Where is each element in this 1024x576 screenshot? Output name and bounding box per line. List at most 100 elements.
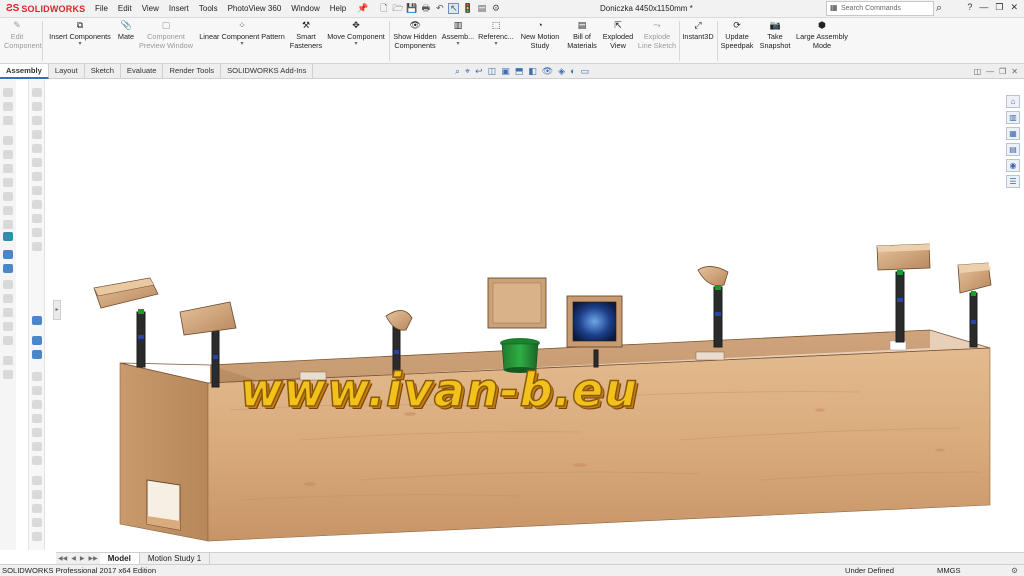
tool-icon[interactable] bbox=[32, 428, 42, 437]
tool-icon[interactable] bbox=[3, 192, 13, 201]
tool-icon[interactable] bbox=[3, 294, 13, 303]
next-tab-icon[interactable]: ▶ bbox=[78, 555, 87, 562]
search-input[interactable]: ▦ Search Commands bbox=[826, 1, 934, 16]
menu-help[interactable]: Help bbox=[325, 4, 351, 13]
solidworks-logo[interactable]: ƧS SOLIDWORKS bbox=[0, 0, 90, 18]
display-style-icon[interactable]: ◧ bbox=[528, 66, 537, 77]
appearances-icon[interactable]: ◉ bbox=[1006, 159, 1020, 172]
doc-minimize-icon[interactable]: — bbox=[986, 67, 994, 76]
tool-icon[interactable] bbox=[32, 172, 42, 181]
tool-icon[interactable] bbox=[32, 532, 42, 541]
minimize-icon[interactable]: — bbox=[979, 2, 988, 13]
tool-icon[interactable] bbox=[32, 130, 42, 139]
instant3d-button[interactable]: ⤢ Instant3D bbox=[681, 20, 715, 41]
chevron-down-icon[interactable]: ▾ bbox=[325, 41, 387, 47]
units-selector[interactable]: MMGS bbox=[937, 565, 961, 576]
chevron-down-icon[interactable]: ▾ bbox=[47, 41, 113, 47]
take-snapshot-button[interactable]: 📷 Take Snapshot bbox=[757, 20, 793, 50]
mate-tool-icon[interactable] bbox=[32, 336, 42, 345]
home-icon[interactable]: ⌂ bbox=[1006, 95, 1020, 108]
custom-properties-icon[interactable]: ☰ bbox=[1006, 175, 1020, 188]
print-icon[interactable]: 🖶 bbox=[420, 3, 431, 14]
gear-icon[interactable]: ⚙ bbox=[1011, 565, 1018, 576]
tab-motion-study-1[interactable]: Motion Study 1 bbox=[140, 552, 211, 565]
tool-icon[interactable] bbox=[3, 88, 13, 97]
tool-icon[interactable] bbox=[3, 102, 13, 111]
tool-icon[interactable] bbox=[32, 414, 42, 423]
edit-appearance-icon[interactable]: ◈ bbox=[558, 66, 565, 77]
doc-restore-icon[interactable]: ❐ bbox=[999, 67, 1006, 76]
tab-render-tools[interactable]: Render Tools bbox=[163, 64, 222, 79]
search-icon[interactable]: ⌕ bbox=[936, 2, 942, 15]
file-explorer-icon[interactable]: ▤ bbox=[1006, 143, 1020, 156]
view-orientation-icon[interactable]: ⬒ bbox=[515, 66, 524, 77]
appearance-icon[interactable] bbox=[3, 232, 13, 241]
tab-sketch[interactable]: Sketch bbox=[85, 64, 121, 79]
tool-icon[interactable] bbox=[3, 164, 13, 173]
view-icon[interactable] bbox=[3, 264, 13, 273]
dynamic-annotation-icon[interactable]: ▣ bbox=[501, 66, 510, 77]
tool-icon[interactable] bbox=[32, 214, 42, 223]
new-icon[interactable]: 🗋 bbox=[378, 3, 389, 14]
menu-insert[interactable]: Insert bbox=[164, 4, 194, 13]
tool-icon[interactable] bbox=[3, 280, 13, 289]
component-preview-button[interactable]: ▢ Component Preview Window bbox=[138, 20, 194, 50]
menu-tools[interactable]: Tools bbox=[194, 4, 223, 13]
display-icon[interactable] bbox=[3, 250, 13, 259]
design-library-icon[interactable]: ▦ bbox=[1006, 127, 1020, 140]
linear-pattern-button[interactable]: ⁘ Linear Component Pattern ▾ bbox=[197, 20, 287, 47]
tab-evaluate[interactable]: Evaluate bbox=[121, 64, 164, 79]
update-speedpak-button[interactable]: ⟳ Update Speedpak bbox=[719, 20, 755, 50]
insert-components-button[interactable]: ⧉ Insert Components ▾ bbox=[47, 20, 113, 47]
tool-icon[interactable] bbox=[32, 88, 42, 97]
tool-icon[interactable] bbox=[32, 242, 42, 251]
tile-icon[interactable]: ◫ bbox=[974, 67, 982, 76]
component-icon[interactable] bbox=[32, 316, 42, 325]
view-settings-icon[interactable]: ▭ bbox=[581, 66, 590, 77]
show-hidden-components-button[interactable]: 👁 Show Hidden Components bbox=[391, 20, 439, 50]
tab-assembly[interactable]: Assembly bbox=[0, 64, 49, 79]
tool-icon[interactable] bbox=[32, 442, 42, 451]
file-properties-icon[interactable]: ▤ bbox=[476, 3, 487, 14]
zoom-to-fit-icon[interactable]: ⌕ bbox=[455, 66, 460, 77]
resources-icon[interactable]: ▥ bbox=[1006, 111, 1020, 124]
last-tab-icon[interactable]: ▶▶ bbox=[86, 555, 99, 562]
large-assembly-mode-button[interactable]: ⬢ Large Assembly Mode bbox=[794, 20, 850, 50]
section-view-icon[interactable]: ◫ bbox=[488, 66, 497, 77]
tool-icon[interactable] bbox=[32, 158, 42, 167]
doc-close-icon[interactable]: ✕ bbox=[1011, 67, 1018, 76]
help-icon[interactable]: ? bbox=[967, 2, 972, 13]
tool-icon[interactable] bbox=[3, 206, 13, 215]
close-icon[interactable]: ✕ bbox=[1010, 2, 1018, 13]
menu-file[interactable]: File bbox=[90, 4, 113, 13]
tool-icon[interactable] bbox=[32, 102, 42, 111]
tab-addins[interactable]: SOLIDWORKS Add-Ins bbox=[221, 64, 314, 79]
hide-show-items-icon[interactable]: 👁 bbox=[542, 66, 553, 77]
tab-layout[interactable]: Layout bbox=[49, 64, 85, 79]
new-motion-study-button[interactable]: ◔ New Motion Study bbox=[517, 20, 563, 50]
pin-icon[interactable]: 📌 bbox=[357, 3, 368, 14]
tool-icon[interactable] bbox=[3, 136, 13, 145]
first-tab-icon[interactable]: ◀◀ bbox=[56, 555, 69, 562]
tool-icon[interactable] bbox=[32, 386, 42, 395]
tool-icon[interactable] bbox=[3, 116, 13, 125]
tool-icon[interactable] bbox=[3, 336, 13, 345]
prev-tab-icon[interactable]: ◀ bbox=[69, 555, 78, 562]
chevron-down-icon[interactable]: ▾ bbox=[441, 41, 475, 47]
tool-icon[interactable] bbox=[3, 308, 13, 317]
tool-icon[interactable] bbox=[3, 220, 13, 229]
options-icon[interactable]: ⚙ bbox=[490, 3, 501, 14]
tool-icon[interactable] bbox=[3, 322, 13, 331]
reference-geometry-button[interactable]: ⬚ Referenc... ▾ bbox=[477, 20, 515, 47]
tool-icon[interactable] bbox=[32, 518, 42, 527]
tool-icon[interactable] bbox=[32, 456, 42, 465]
scenes-icon[interactable]: ◐ bbox=[570, 66, 575, 77]
menu-edit[interactable]: Edit bbox=[113, 4, 137, 13]
edit-component-button[interactable]: ✎ Edit Component bbox=[4, 20, 42, 50]
smart-fasteners-button[interactable]: ⚒ Smart Fasteners bbox=[288, 20, 324, 50]
tool-icon[interactable] bbox=[3, 178, 13, 187]
tool-icon[interactable] bbox=[3, 370, 13, 379]
move-component-button[interactable]: ✥ Move Component ▾ bbox=[325, 20, 387, 47]
open-icon[interactable]: 🗁 bbox=[392, 3, 403, 14]
tool-icon[interactable] bbox=[32, 200, 42, 209]
